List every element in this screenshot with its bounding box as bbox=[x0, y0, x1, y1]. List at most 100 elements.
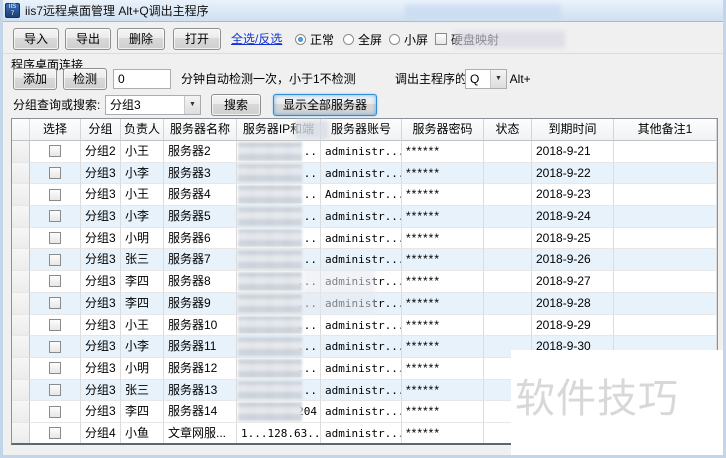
cell-password: ****** bbox=[402, 315, 484, 337]
row-checkbox[interactable] bbox=[49, 254, 61, 266]
column-header-9[interactable]: 其他备注1 bbox=[614, 119, 717, 141]
column-header-8[interactable]: 到期时间 bbox=[532, 119, 614, 141]
row-checkbox[interactable] bbox=[49, 189, 61, 201]
row-selector-strip bbox=[12, 401, 30, 423]
row-checkbox-cell bbox=[30, 249, 81, 271]
ip-blur-mosaic bbox=[238, 381, 302, 400]
ip-blur-mosaic bbox=[238, 359, 302, 378]
ip-visible-text: .. bbox=[304, 210, 317, 223]
search-button[interactable]: 搜索 bbox=[211, 94, 261, 116]
add-button[interactable]: 添加 bbox=[13, 68, 57, 90]
row-checkbox-cell bbox=[30, 315, 81, 337]
ip-blur-mosaic bbox=[238, 229, 302, 248]
cell-server-ip: .. bbox=[237, 141, 321, 163]
cell-status bbox=[484, 184, 532, 206]
row-checkbox[interactable] bbox=[49, 232, 61, 244]
row-checkbox[interactable] bbox=[49, 427, 61, 439]
cell-owner: 小王 bbox=[121, 315, 164, 337]
radio-fullscreen[interactable]: 全屏 bbox=[343, 28, 382, 50]
row-checkbox[interactable] bbox=[49, 341, 61, 353]
ip-visible-text: .. bbox=[304, 167, 317, 180]
separator bbox=[3, 53, 726, 54]
cell-password: ****** bbox=[402, 141, 484, 163]
interval-input[interactable] bbox=[113, 69, 171, 89]
row-checkbox-cell bbox=[30, 206, 81, 228]
row-checkbox[interactable] bbox=[49, 384, 61, 396]
cell-group: 分组3 bbox=[81, 184, 121, 206]
row-checkbox[interactable] bbox=[49, 362, 61, 374]
row-checkbox-cell bbox=[30, 163, 81, 185]
cell-server-name: 文章网服... bbox=[164, 423, 237, 445]
table-row: 分组2小王服务器2..administr...******2018-9-21 bbox=[12, 141, 717, 163]
cell-note bbox=[614, 206, 717, 228]
radio-smallscreen-icon bbox=[389, 34, 400, 45]
column-header-5[interactable]: 服务器账号 bbox=[321, 119, 402, 141]
detect-button[interactable]: 检测 bbox=[63, 68, 107, 90]
cell-owner: 小鱼 bbox=[121, 423, 164, 445]
cell-note bbox=[614, 293, 717, 315]
cell-server-ip: .. bbox=[237, 163, 321, 185]
cell-password: ****** bbox=[402, 206, 484, 228]
column-header-2[interactable]: 负责人 bbox=[121, 119, 164, 141]
table-header: 选择分组负责人服务器名称服务器IP和端服务器账号服务器密码状态到期时间其他备注1 bbox=[12, 119, 717, 141]
show-all-servers-button[interactable]: 显示全部服务器 bbox=[273, 94, 377, 116]
cell-group: 分组3 bbox=[81, 249, 121, 271]
column-header-7[interactable]: 状态 bbox=[484, 119, 532, 141]
radio-smallscreen-label: 小屏 bbox=[404, 31, 428, 48]
row-checkbox-cell bbox=[30, 358, 81, 380]
cell-owner: 小李 bbox=[121, 163, 164, 185]
row-selector-strip bbox=[12, 141, 30, 163]
group-filter-value: 分组3 bbox=[110, 98, 141, 112]
cell-account: administr... bbox=[321, 163, 402, 185]
column-header-1[interactable]: 分组 bbox=[81, 119, 121, 141]
cell-server-name: 服务器9 bbox=[164, 293, 237, 315]
import-button[interactable]: 导入 bbox=[13, 28, 59, 50]
row-checkbox[interactable] bbox=[49, 406, 61, 418]
cell-account: administr... bbox=[321, 380, 402, 402]
hotkey-select[interactable]: Q ▼ bbox=[465, 69, 507, 89]
ip-blur-mosaic bbox=[238, 164, 302, 183]
row-checkbox[interactable] bbox=[49, 275, 61, 287]
row-checkbox[interactable] bbox=[49, 167, 61, 179]
column-header-6[interactable]: 服务器密码 bbox=[402, 119, 484, 141]
interval-note: 分钟自动检测一次，小于1不检测 bbox=[181, 69, 356, 89]
row-checkbox[interactable] bbox=[49, 210, 61, 222]
cell-password: ****** bbox=[402, 184, 484, 206]
row-checkbox[interactable] bbox=[49, 145, 61, 157]
ip-blur-mosaic bbox=[238, 294, 302, 313]
group-filter-select[interactable]: 分组3 ▼ bbox=[105, 95, 201, 115]
delete-button[interactable]: 删除 bbox=[117, 28, 165, 50]
main-toolbar: 导入 导出 删除 打开 全选/反选 正常 全屏 小屏 硬盘映射 bbox=[3, 28, 726, 50]
title-bar: IIS7 iis7远程桌面管理 Alt+Q调出主程序 bbox=[0, 0, 726, 22]
row-selector-strip bbox=[12, 315, 30, 337]
cell-note bbox=[614, 315, 717, 337]
ip-visible-text: .. bbox=[304, 384, 317, 397]
cell-status bbox=[484, 249, 532, 271]
cell-server-name: 服务器13 bbox=[164, 380, 237, 402]
ip-blur-mosaic bbox=[238, 272, 302, 291]
row-checkbox[interactable] bbox=[49, 297, 61, 309]
column-header-3[interactable]: 服务器名称 bbox=[164, 119, 237, 141]
hotkey-label: 调出主程序的快捷键: Alt+ bbox=[395, 69, 531, 89]
radio-smallscreen[interactable]: 小屏 bbox=[389, 28, 428, 50]
cell-password: ****** bbox=[402, 401, 484, 423]
cell-status bbox=[484, 228, 532, 250]
cell-status bbox=[484, 315, 532, 337]
select-all-link[interactable]: 全选/反选 bbox=[231, 28, 282, 50]
cell-account: administr... bbox=[321, 315, 402, 337]
open-button[interactable]: 打开 bbox=[173, 28, 221, 50]
export-button[interactable]: 导出 bbox=[65, 28, 111, 50]
row-checkbox-cell bbox=[30, 141, 81, 163]
column-header-0[interactable]: 选择 bbox=[30, 119, 81, 141]
row-selector-strip bbox=[12, 380, 30, 402]
row-checkbox[interactable] bbox=[49, 319, 61, 331]
cell-expire-date: 2018-9-29 bbox=[532, 315, 614, 337]
cell-owner: 小王 bbox=[121, 141, 164, 163]
radio-normal[interactable]: 正常 bbox=[295, 28, 334, 50]
cell-owner: 小王 bbox=[121, 184, 164, 206]
row-selector-strip bbox=[12, 358, 30, 380]
cell-status bbox=[484, 293, 532, 315]
cell-server-ip: .. bbox=[237, 184, 321, 206]
row-selector-strip bbox=[12, 163, 30, 185]
cell-owner: 小明 bbox=[121, 228, 164, 250]
